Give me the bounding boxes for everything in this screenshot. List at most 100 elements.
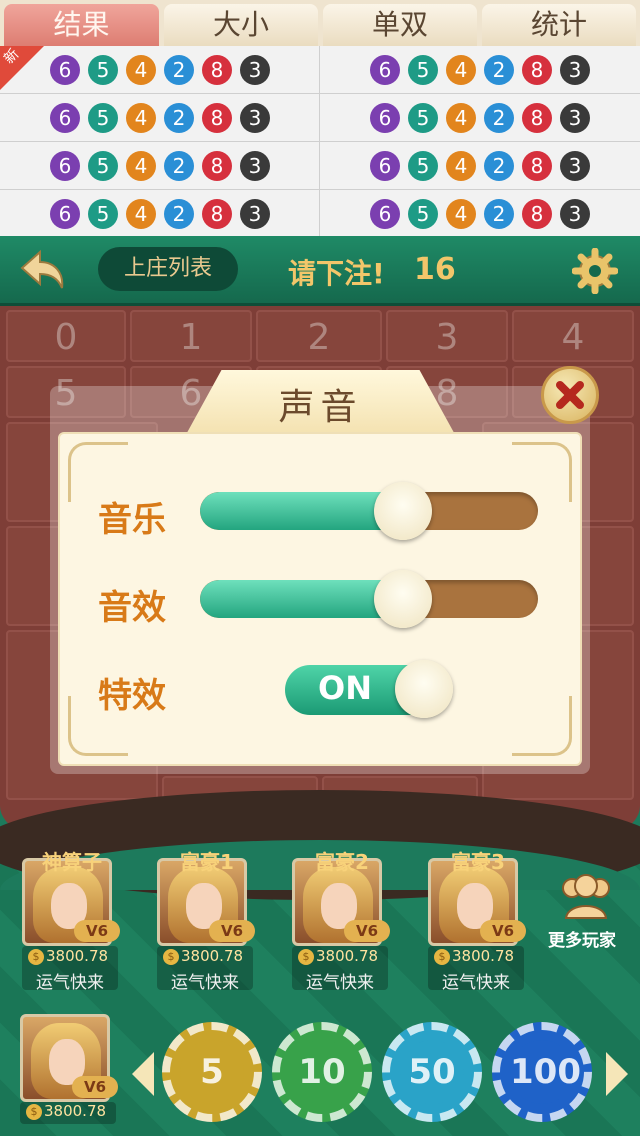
result-ball: 8 — [202, 103, 232, 133]
result-ball: 6 — [370, 103, 400, 133]
music-slider[interactable] — [200, 492, 538, 530]
vip-badge: V6 — [209, 920, 255, 942]
result-ball: 4 — [126, 103, 156, 133]
player-seat[interactable]: 富豪2 V6 $3800.78 运气快来 — [292, 846, 392, 993]
coin-icon: $ — [434, 949, 450, 965]
player-motto: 运气快来 — [171, 973, 239, 993]
dialog-title: 声音 — [278, 387, 363, 428]
result-row-right: 654283 — [320, 94, 640, 142]
chip-10[interactable]: 10 — [272, 1022, 372, 1122]
music-slider-knob[interactable] — [373, 482, 432, 540]
chip-value: 100 — [510, 1040, 581, 1104]
player-name: 富豪1 — [180, 850, 234, 874]
result-row-right: 654283 — [320, 46, 640, 94]
effects-toggle-knob[interactable] — [395, 660, 453, 718]
tab-size[interactable]: 大小 — [164, 4, 318, 46]
chips-next-arrow-icon[interactable] — [606, 1052, 628, 1096]
back-arrow-icon[interactable] — [18, 246, 68, 296]
sfx-slider-knob[interactable] — [373, 570, 432, 628]
result-ball: 2 — [164, 151, 194, 181]
result-ball: 2 — [484, 199, 514, 229]
bet-countdown: 16 — [414, 252, 456, 287]
result-ball: 2 — [484, 55, 514, 85]
gear-icon[interactable] — [572, 248, 618, 294]
result-ball: 3 — [240, 151, 270, 181]
player-gold: 3800.78 — [316, 947, 379, 965]
result-ball: 5 — [408, 151, 438, 181]
result-ball: 2 — [164, 55, 194, 85]
chip-50[interactable]: 50 — [382, 1022, 482, 1122]
self-player[interactable]: V6 $ 3800.78 — [20, 1006, 120, 1136]
result-ball: 3 — [240, 199, 270, 229]
result-ball: 2 — [164, 199, 194, 229]
result-ball: 4 — [446, 55, 476, 85]
player-name: 富豪3 — [451, 850, 505, 874]
result-ball: 6 — [50, 151, 80, 181]
sfx-label: 音效 — [98, 588, 166, 628]
result-ball: 2 — [484, 151, 514, 181]
result-ball: 8 — [202, 199, 232, 229]
sfx-slider[interactable] — [200, 580, 538, 618]
result-ball: 3 — [560, 151, 590, 181]
player-gold: 3800.78 — [46, 947, 109, 965]
chip-5[interactable]: 5 — [162, 1022, 262, 1122]
player-gold: 3800.78 — [452, 947, 515, 965]
result-ball: 5 — [88, 103, 118, 133]
chip-100[interactable]: 100 — [492, 1022, 592, 1122]
tab-stats[interactable]: 统计 — [482, 4, 636, 46]
result-ball: 6 — [50, 103, 80, 133]
close-icon[interactable] — [541, 366, 599, 424]
result-row-left: 654283 — [0, 190, 320, 238]
tab-odd-even[interactable]: 单双 — [323, 4, 477, 46]
more-players-icon[interactable] — [556, 872, 616, 922]
result-row-left: 654283 — [0, 142, 320, 190]
chips-prev-arrow-icon[interactable] — [132, 1052, 154, 1096]
music-slider-fill — [200, 492, 403, 530]
results-grid: 6542836542836542836542836542836542836542… — [0, 46, 640, 238]
result-ball: 3 — [560, 103, 590, 133]
vip-badge: V6 — [480, 920, 526, 942]
result-ball: 3 — [560, 199, 590, 229]
result-ball: 4 — [126, 199, 156, 229]
chip-value: 10 — [290, 1040, 354, 1104]
player-seat[interactable]: 富豪3 V6 $3800.78 运气快来 — [428, 846, 528, 993]
vip-badge: V6 — [344, 920, 390, 942]
result-ball: 5 — [408, 55, 438, 85]
dealer-list-button[interactable]: 上庄列表 — [98, 247, 238, 291]
chip-value: 50 — [400, 1040, 464, 1104]
result-ball: 8 — [202, 55, 232, 85]
result-ball: 4 — [446, 151, 476, 181]
coin-icon: $ — [28, 949, 44, 965]
player-seat[interactable]: 富豪1 V6 $3800.78 运气快来 — [157, 846, 257, 993]
result-ball: 4 — [126, 55, 156, 85]
result-ball: 4 — [446, 199, 476, 229]
tab-results[interactable]: 结果 — [4, 4, 159, 46]
result-ball: 5 — [88, 151, 118, 181]
close-x-glyph — [556, 381, 584, 409]
result-row-right: 654283 — [320, 190, 640, 238]
player-seat[interactable]: 神算子 V6 $3800.78 运气快来 — [22, 846, 122, 993]
effects-label: 特效 — [98, 676, 166, 716]
result-ball: 6 — [370, 55, 400, 85]
player-motto: 运气快来 — [36, 973, 104, 993]
coin-icon: $ — [298, 949, 314, 965]
vip-badge: V6 — [74, 920, 120, 942]
result-row-right: 654283 — [320, 142, 640, 190]
result-ball: 5 — [88, 55, 118, 85]
result-row-left: 654283 — [0, 94, 320, 142]
player-motto: 运气快来 — [306, 973, 374, 993]
result-ball: 5 — [408, 199, 438, 229]
more-players-label[interactable]: 更多玩家 — [548, 926, 616, 951]
result-ball: 5 — [88, 199, 118, 229]
result-ball: 3 — [560, 55, 590, 85]
result-row-left: 654283 — [0, 46, 320, 94]
chip-value: 5 — [180, 1040, 244, 1104]
music-label: 音乐 — [98, 500, 166, 540]
result-ball: 8 — [522, 103, 552, 133]
result-ball: 5 — [408, 103, 438, 133]
player-name: 神算子 — [42, 850, 102, 874]
coin-icon: $ — [26, 1104, 42, 1120]
result-ball: 4 — [446, 103, 476, 133]
player-gold: 3800.78 — [44, 1102, 107, 1120]
vip-badge: V6 — [72, 1076, 118, 1098]
